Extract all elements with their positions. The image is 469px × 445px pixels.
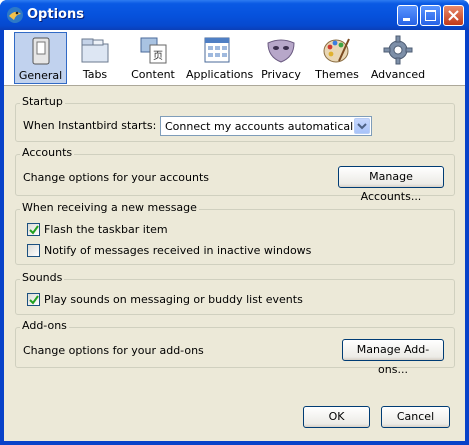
applications-icon bbox=[201, 35, 233, 65]
title-bar[interactable]: Options bbox=[0, 0, 469, 30]
close-button[interactable] bbox=[443, 5, 464, 26]
group-title: Sounds bbox=[20, 271, 65, 284]
tab-label: Applications bbox=[186, 68, 254, 81]
minimize-icon bbox=[398, 15, 417, 28]
accounts-group: Accounts Change options for your account… bbox=[15, 146, 455, 203]
group-title: Accounts bbox=[20, 146, 75, 159]
tab-label: Themes bbox=[315, 68, 359, 81]
tab-label: Advanced bbox=[370, 68, 426, 81]
ok-button[interactable]: OK bbox=[303, 406, 370, 428]
group-title: When receiving a new message bbox=[20, 201, 199, 214]
tab-advanced[interactable]: Advanced bbox=[368, 32, 428, 84]
tabs-icon bbox=[79, 35, 111, 65]
instantbird-app-icon bbox=[6, 6, 24, 24]
close-icon bbox=[444, 10, 463, 28]
manage-accounts-button[interactable]: Manage Accounts... bbox=[338, 166, 444, 203]
content-icon: 页 bbox=[137, 35, 169, 65]
tab-privacy[interactable]: Privacy bbox=[255, 32, 307, 84]
minimize-button[interactable] bbox=[397, 5, 418, 26]
flash-taskbar-label[interactable]: Flash the taskbar item bbox=[44, 223, 168, 236]
tab-tabs[interactable]: Tabs bbox=[70, 32, 120, 84]
dialog-body: General Tabs 页 Content Applications Priv… bbox=[4, 30, 465, 441]
group-title: Add-ons bbox=[20, 319, 69, 332]
notify-inactive-checkbox[interactable] bbox=[27, 244, 40, 257]
maximize-icon bbox=[421, 10, 440, 28]
cancel-button[interactable]: Cancel bbox=[381, 406, 450, 428]
chevron-down-icon bbox=[354, 118, 370, 134]
gear-icon bbox=[382, 35, 414, 65]
privacy-mask-icon bbox=[265, 35, 297, 65]
general-icon bbox=[25, 36, 57, 66]
maximize-button[interactable] bbox=[420, 5, 441, 26]
startup-label: When Instantbird starts: bbox=[23, 119, 157, 132]
themes-palette-icon bbox=[321, 35, 353, 65]
options-window: Options General Tabs 页 Content Applicati… bbox=[0, 0, 469, 445]
play-sounds-label[interactable]: Play sounds on messaging or buddy list e… bbox=[44, 293, 303, 306]
manage-addons-button[interactable]: Manage Add-ons... bbox=[342, 339, 444, 376]
play-sounds-checkbox[interactable] bbox=[27, 293, 40, 306]
tab-themes[interactable]: Themes bbox=[311, 32, 363, 84]
tab-general[interactable]: General bbox=[14, 32, 67, 84]
accounts-text: Change options for your accounts bbox=[23, 171, 210, 184]
group-title: Startup bbox=[20, 95, 65, 108]
new-message-group: When receiving a new message Flash the t… bbox=[15, 201, 455, 265]
window-title: Options bbox=[27, 7, 84, 22]
tab-content[interactable]: 页 Content bbox=[123, 32, 183, 84]
tab-label: General bbox=[18, 69, 63, 82]
tab-label: Tabs bbox=[82, 68, 108, 81]
preference-pane-toolbar: General Tabs 页 Content Applications Priv… bbox=[4, 30, 465, 86]
tab-applications[interactable]: Applications bbox=[186, 32, 254, 84]
startup-select[interactable]: Connect my accounts automatically bbox=[160, 116, 372, 136]
addons-text: Change options for your add-ons bbox=[23, 344, 204, 357]
tab-label: Content bbox=[131, 68, 175, 81]
tab-label: Privacy bbox=[261, 68, 301, 81]
notify-inactive-label[interactable]: Notify of messages received in inactive … bbox=[44, 244, 311, 257]
addons-group: Add-ons Change options for your add-ons … bbox=[15, 319, 455, 376]
svg-text:页: 页 bbox=[153, 50, 163, 62]
sounds-group: Sounds Play sounds on messaging or buddy… bbox=[15, 271, 455, 315]
startup-group: Startup When Instantbird starts: Connect… bbox=[15, 95, 455, 142]
select-value: Connect my accounts automatically bbox=[165, 120, 363, 133]
flash-taskbar-checkbox[interactable] bbox=[27, 223, 40, 236]
